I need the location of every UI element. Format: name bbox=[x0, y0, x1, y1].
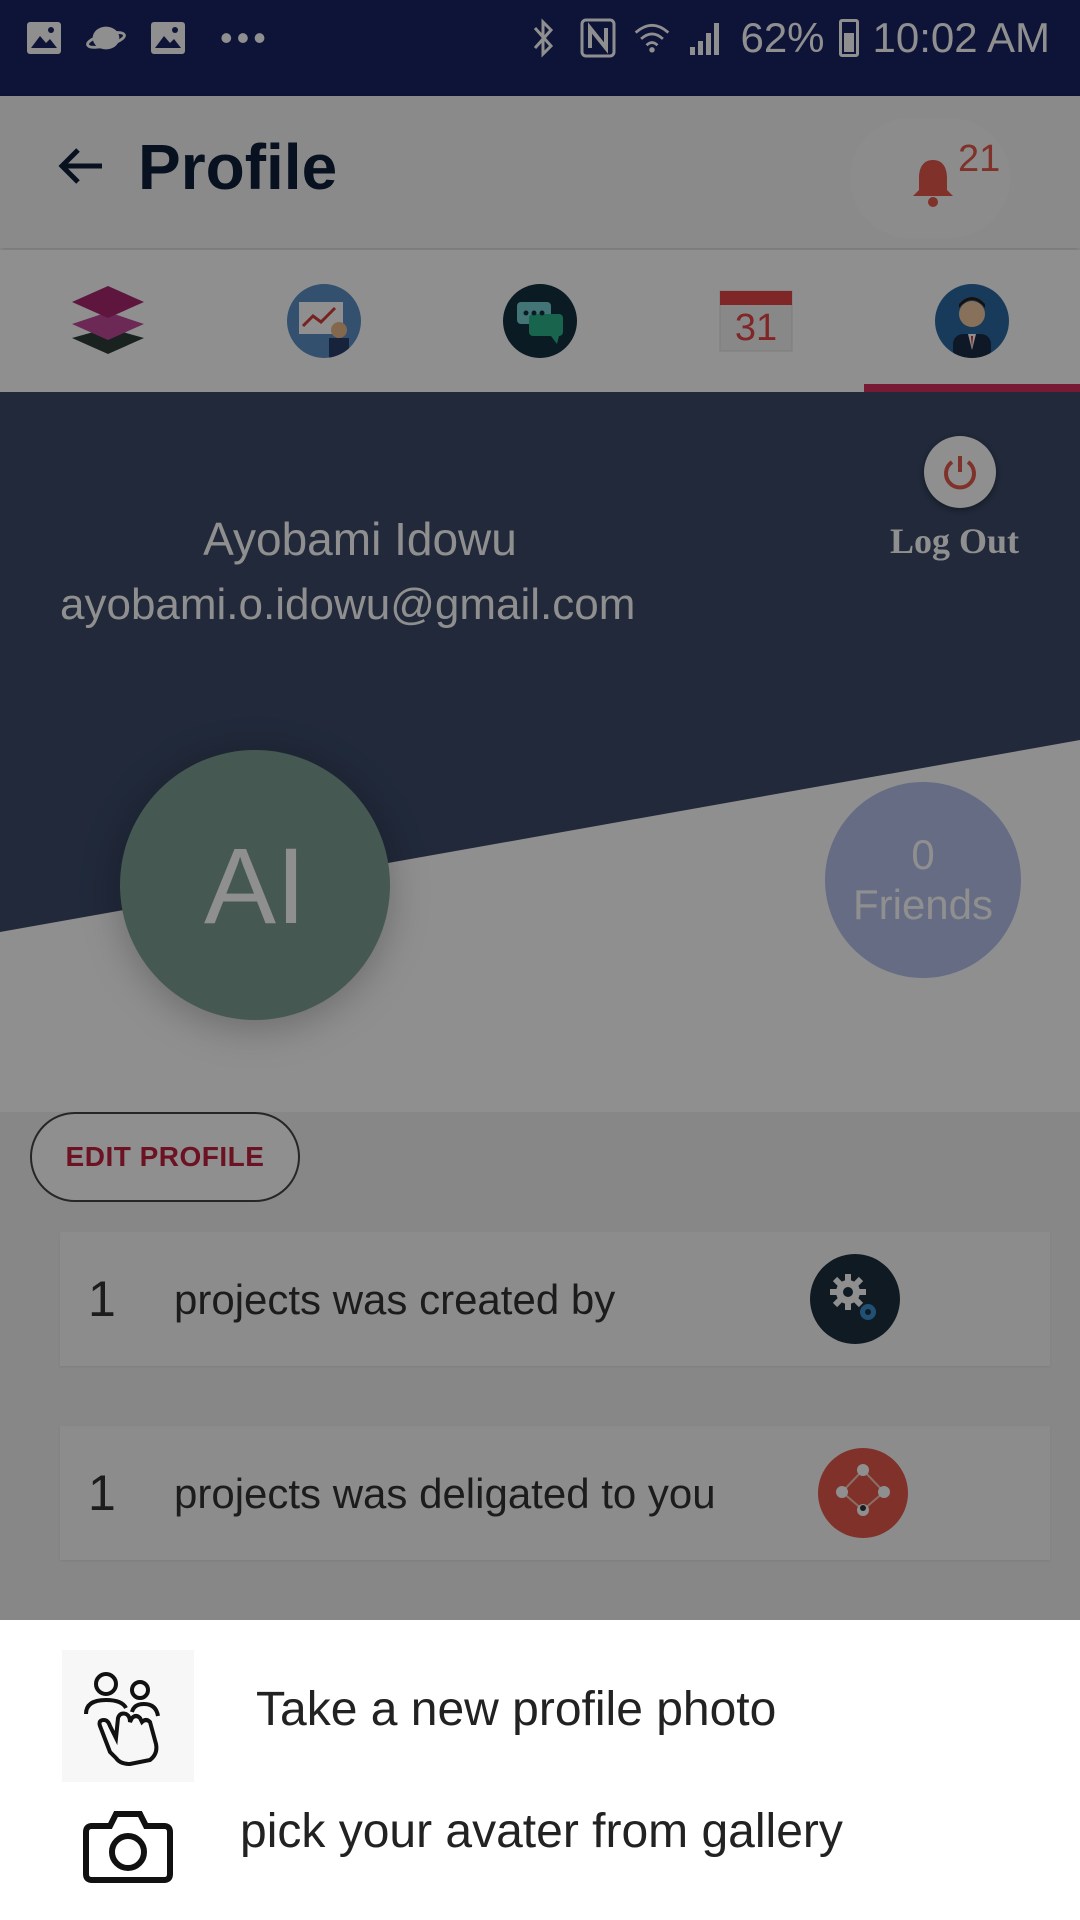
touch-people-icon bbox=[62, 1650, 194, 1782]
option-pick-gallery[interactable]: pick your avater from gallery bbox=[0, 1780, 1080, 1920]
photo-options-sheet: Take a new profile photo pick your avate… bbox=[0, 1620, 1080, 1920]
option-label: pick your avater from gallery bbox=[240, 1805, 843, 1858]
option-take-photo[interactable]: Take a new profile photo bbox=[0, 1650, 1080, 1790]
camera-icon bbox=[62, 1780, 194, 1912]
modal-backdrop[interactable] bbox=[0, 0, 1080, 1620]
option-label: Take a new profile photo bbox=[256, 1683, 777, 1736]
